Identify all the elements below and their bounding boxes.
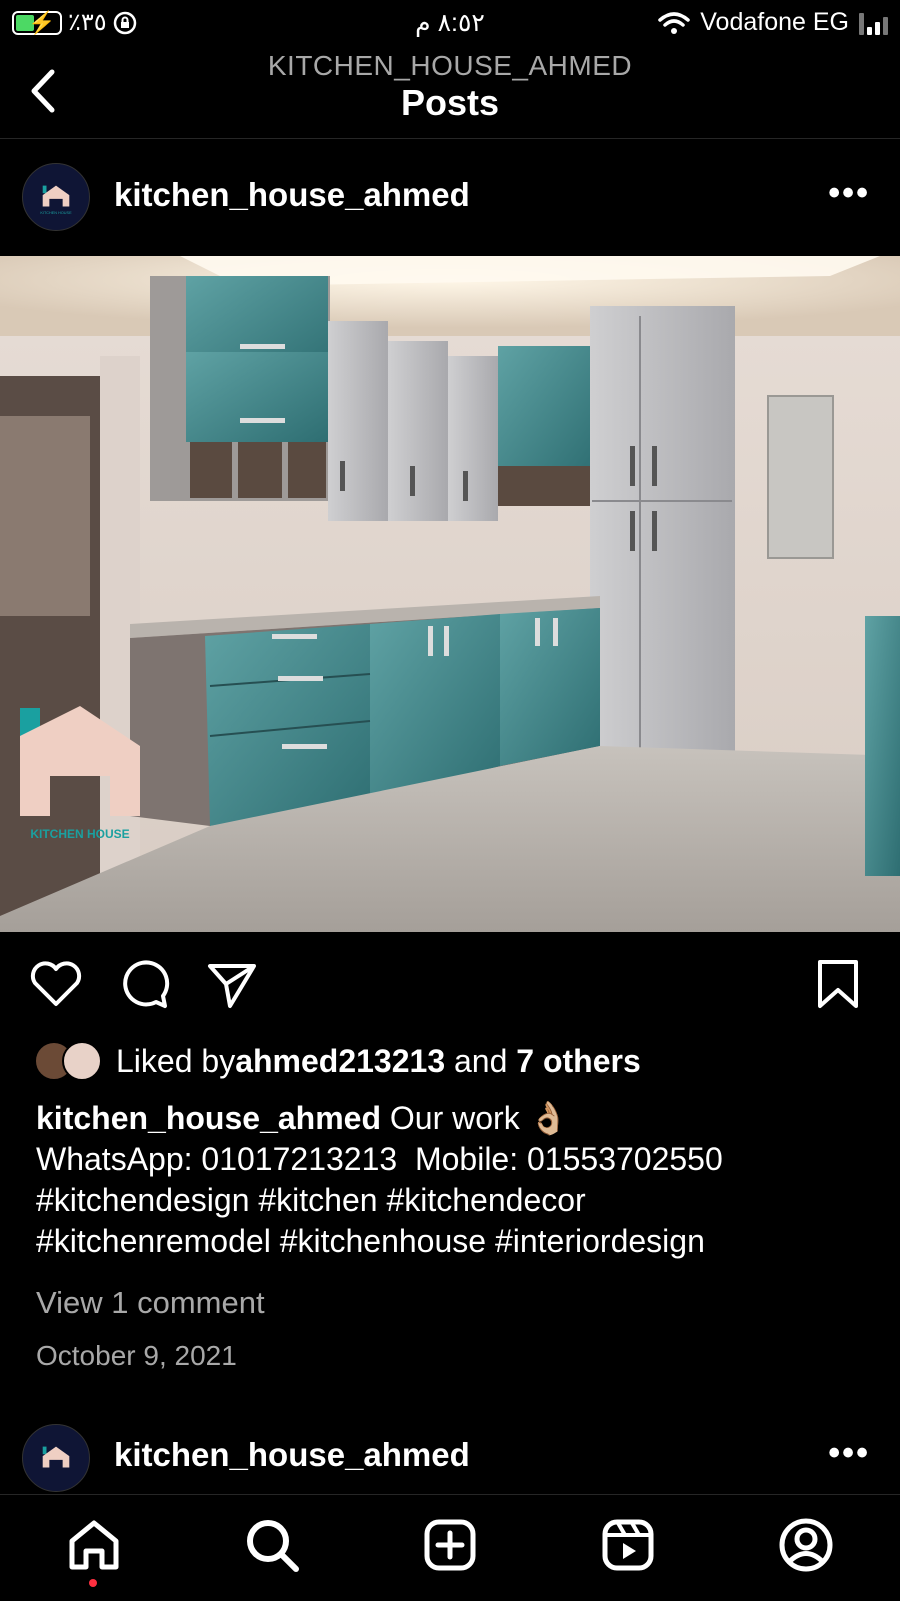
caption-hashtags[interactable]: #kitchenremodel #kitchenhouse #interiord… [36, 1221, 876, 1262]
more-horizontal-icon[interactable]: ••• [828, 174, 870, 213]
profile-icon[interactable] [776, 1515, 836, 1575]
bottom-tab-bar [0, 1494, 900, 1601]
search-icon[interactable] [242, 1515, 302, 1575]
liked-by-others[interactable]: 7 others [516, 1043, 640, 1080]
caption-text: Our work 👌🏼 [389, 1100, 569, 1136]
liked-by-prefix: Liked by [116, 1042, 236, 1079]
next-post-header: kitchen_house_ahmed ••• [0, 1400, 900, 1494]
signal-icon [859, 11, 888, 35]
carrier-name: Vodafone EG [700, 8, 849, 36]
top-navigation: KITCHEN_HOUSE_AHMED Posts [0, 46, 900, 139]
watermark-text: KITCHEN HOUSE [30, 827, 129, 841]
likes-summary[interactable]: Liked by ahmed213213 and 7 others [34, 1040, 641, 1082]
liked-by-user[interactable]: ahmed213213 [235, 1043, 445, 1080]
status-bar: ⚡ ٪٣٥ ٨:٥٢ م Vodafone EG [0, 0, 900, 46]
heart-icon[interactable] [28, 956, 84, 1012]
post-date: October 9, 2021 [36, 1340, 237, 1371]
post-header: KITCHEN HOUSE kitchen_house_ahmed ••• [0, 138, 900, 256]
svg-text:KITCHEN HOUSE: KITCHEN HOUSE [40, 211, 72, 215]
post-caption: kitchen_house_ahmed Our work 👌🏼 WhatsApp… [36, 1098, 876, 1262]
post-photo[interactable]: KITCHEN HOUSE [0, 256, 900, 932]
caption-contact: WhatsApp: 01017213213 Mobile: 0155370255… [36, 1141, 723, 1177]
more-horizontal-icon[interactable]: ••• [828, 1434, 870, 1473]
post-username[interactable]: kitchen_house_ahmed [114, 176, 470, 214]
avatar[interactable]: KITCHEN HOUSE [22, 163, 90, 231]
post-actions [0, 950, 900, 1020]
reels-icon[interactable] [598, 1515, 658, 1575]
view-comments-link[interactable]: View 1 comment [36, 1285, 265, 1321]
post-username[interactable]: kitchen_house_ahmed [114, 1436, 470, 1474]
caption-username[interactable]: kitchen_house_ahmed [36, 1100, 381, 1136]
account-name: KITCHEN_HOUSE_AHMED [267, 50, 633, 81]
page-title: Posts [400, 82, 500, 123]
brand-logo: KITCHEN HOUSE [40, 185, 72, 215]
brand-logo [42, 1446, 70, 1468]
caption-hashtags[interactable]: #kitchendesign #kitchen #kitchendecor [36, 1180, 876, 1221]
liker-avatar [62, 1041, 102, 1081]
avatar[interactable] [22, 1424, 90, 1492]
liked-by-and: and [445, 1042, 517, 1079]
bookmark-icon[interactable] [810, 956, 866, 1012]
wifi-icon [658, 11, 691, 34]
paper-plane-icon[interactable] [204, 956, 260, 1012]
comment-icon[interactable] [116, 956, 172, 1012]
home-icon[interactable] [64, 1515, 124, 1575]
plus-square-icon[interactable] [420, 1515, 480, 1575]
notification-dot [89, 1579, 97, 1587]
